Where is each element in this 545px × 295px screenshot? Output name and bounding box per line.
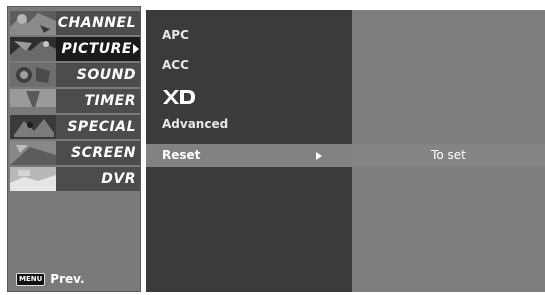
menu-item-label: CHANNEL — [57, 15, 136, 31]
menu-key-icon: MENU — [16, 272, 46, 286]
to-set-hint: To set — [431, 148, 466, 162]
right-arrow-icon — [316, 152, 322, 160]
submenu-item-reset[interactable]: Reset — [146, 144, 352, 167]
menu-item-label: DVR — [101, 171, 136, 187]
timer-thumbnail-icon — [10, 89, 56, 113]
menu-item-channel[interactable]: CHANNEL — [10, 11, 140, 35]
submenu-item-acc[interactable]: ACC — [162, 58, 189, 72]
main-menu-panel: CHANNEL PICTURE SOUND TIMER SPECIAL SCRE… — [7, 6, 141, 292]
menu-item-label: PICTURE — [61, 41, 132, 57]
screen-thumbnail-icon — [10, 141, 56, 165]
submenu-item-xd[interactable] — [162, 88, 196, 106]
menu-item-special[interactable]: SPECIAL — [10, 115, 140, 139]
menu-item-label: SPECIAL — [67, 119, 136, 135]
special-thumbnail-icon — [10, 115, 56, 139]
submenu-item-advanced[interactable]: Advanced — [162, 117, 228, 131]
menu-item-timer[interactable]: TIMER — [10, 89, 140, 113]
picture-submenu-panel: APC ACC Advanced Reset — [146, 10, 352, 292]
menu-item-screen[interactable]: SCREEN — [10, 141, 140, 165]
sound-thumbnail-icon — [10, 63, 56, 87]
menu-item-label: SOUND — [76, 67, 136, 83]
prev-label: Prev. — [50, 272, 85, 286]
submenu-item-apc[interactable]: APC — [162, 28, 189, 42]
detail-row: To set — [352, 144, 545, 167]
menu-item-sound[interactable]: SOUND — [10, 63, 140, 87]
xd-logo-icon — [163, 90, 195, 104]
menu-item-label: TIMER — [84, 93, 136, 109]
menu-item-dvr[interactable]: DVR — [10, 167, 140, 191]
menu-item-picture[interactable]: PICTURE — [10, 37, 140, 61]
prev-button[interactable]: MENU Prev. — [16, 271, 85, 287]
reset-label: Reset — [162, 148, 201, 162]
dvr-thumbnail-icon — [10, 167, 56, 191]
menu-item-label: SCREEN — [71, 145, 136, 161]
detail-panel: To set — [352, 10, 545, 292]
active-arrow-icon — [133, 44, 139, 54]
channel-thumbnail-icon — [10, 11, 56, 35]
picture-thumbnail-icon — [10, 37, 56, 61]
